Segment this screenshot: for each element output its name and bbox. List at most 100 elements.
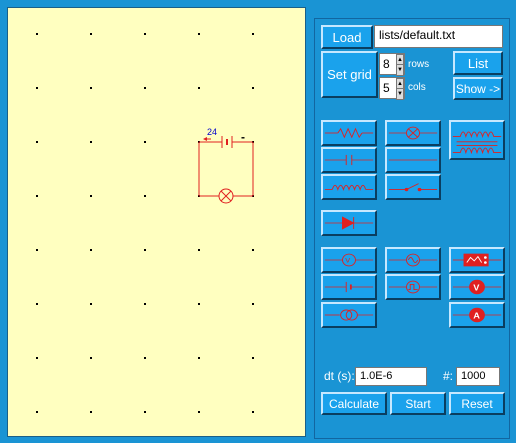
grid-node[interactable] — [144, 195, 146, 197]
battery-icon[interactable] — [221, 136, 233, 148]
grid-node[interactable] — [36, 303, 38, 305]
grid-node[interactable] — [198, 249, 200, 251]
grid-node[interactable] — [36, 195, 38, 197]
grid-node[interactable] — [90, 411, 92, 413]
rows-down-icon[interactable]: ▼ — [396, 64, 404, 76]
grid-node[interactable] — [90, 249, 92, 251]
start-button[interactable]: Start — [390, 392, 446, 415]
grid-node[interactable] — [90, 195, 92, 197]
resistor-icon — [324, 127, 374, 139]
grid-node[interactable] — [90, 33, 92, 35]
grid-node[interactable] — [144, 87, 146, 89]
sample-circuit[interactable] — [198, 141, 254, 197]
wire-icon — [388, 159, 438, 161]
grid-node[interactable] — [198, 357, 200, 359]
ac-source-icon: V — [324, 253, 374, 267]
switch-tool[interactable] — [385, 174, 441, 200]
count-input[interactable]: 1000 — [456, 367, 500, 386]
grid-node[interactable] — [144, 249, 146, 251]
inductor-tool[interactable] — [321, 174, 377, 200]
grid-node[interactable] — [90, 303, 92, 305]
ammeter-icon: A — [452, 307, 502, 323]
grid-node[interactable] — [252, 33, 254, 35]
grid-node[interactable] — [36, 33, 38, 35]
dc-battery-icon — [324, 281, 374, 293]
capacitor-icon — [324, 154, 374, 166]
diode-icon — [324, 216, 374, 230]
lamp-icon — [388, 126, 438, 140]
set-grid-button[interactable]: Set grid — [321, 51, 378, 98]
sine-source-icon — [388, 253, 438, 267]
list-button[interactable]: List — [453, 51, 503, 75]
minus-label: - — [241, 130, 245, 144]
ac-source-tool[interactable]: V — [321, 247, 377, 273]
grid-node[interactable] — [144, 33, 146, 35]
transformer-tool[interactable] — [449, 120, 505, 160]
grid-node[interactable] — [252, 303, 254, 305]
grid-node[interactable] — [90, 357, 92, 359]
grid-node[interactable] — [144, 141, 146, 143]
voltage-label: 24 — [207, 127, 217, 137]
svg-text:V: V — [473, 283, 479, 293]
sine-source-tool[interactable] — [385, 247, 441, 273]
pulse-source-tool[interactable] — [385, 274, 441, 300]
cols-spinner[interactable]: 5 ▲ ▼ — [379, 77, 405, 100]
ammeter-tool[interactable]: A — [449, 302, 505, 328]
lamp-icon[interactable] — [218, 188, 234, 204]
cols-value: 5 — [383, 81, 390, 95]
grid-node[interactable] — [198, 87, 200, 89]
oscilloscope-tool[interactable] — [449, 247, 505, 273]
load-button[interactable]: Load — [321, 25, 373, 49]
cols-label: cols — [408, 82, 426, 93]
transformer-icon — [452, 131, 502, 155]
grid-node[interactable] — [198, 33, 200, 35]
grid-node[interactable] — [36, 249, 38, 251]
pulse-source-icon — [388, 280, 438, 294]
current-source-tool[interactable] — [321, 302, 377, 328]
grid-node[interactable] — [36, 357, 38, 359]
grid-node[interactable] — [198, 411, 200, 413]
circuit-grid[interactable]: 24 - — [8, 8, 307, 438]
grid-node[interactable] — [90, 141, 92, 143]
oscilloscope-icon — [452, 253, 502, 267]
inductor-icon — [324, 184, 374, 192]
arrowhead-icon — [203, 137, 207, 141]
switch-icon — [388, 183, 438, 192]
svg-text:A: A — [473, 311, 480, 321]
current-source-icon — [324, 309, 374, 321]
grid-node[interactable] — [252, 411, 254, 413]
circuit-canvas[interactable]: 24 - — [7, 7, 306, 437]
grid-node[interactable] — [36, 411, 38, 413]
calculate-button[interactable]: Calculate — [321, 392, 387, 415]
diode-tool[interactable] — [321, 210, 377, 236]
grid-node[interactable] — [144, 411, 146, 413]
grid-node[interactable] — [36, 141, 38, 143]
grid-node[interactable] — [252, 87, 254, 89]
dt-label: dt (s): — [324, 369, 355, 383]
control-panel: Load lists/default.txt Set grid 8 ▲ ▼ ro… — [314, 18, 510, 439]
grid-node[interactable] — [36, 87, 38, 89]
dt-input[interactable]: 1.0E-6 — [355, 367, 427, 386]
voltmeter-tool[interactable]: V — [449, 274, 505, 300]
svg-text:V: V — [345, 257, 350, 265]
file-path-input[interactable]: lists/default.txt — [374, 25, 503, 48]
grid-node[interactable] — [144, 303, 146, 305]
capacitor-tool[interactable] — [321, 147, 377, 173]
wire-tool[interactable] — [385, 147, 441, 173]
resistor-tool[interactable] — [321, 120, 377, 146]
show-button[interactable]: Show -> — [453, 77, 503, 100]
rows-value: 8 — [383, 57, 390, 71]
grid-node[interactable] — [252, 357, 254, 359]
count-label: #: — [443, 369, 454, 383]
grid-node[interactable] — [90, 87, 92, 89]
dc-battery-tool[interactable] — [321, 274, 377, 300]
reset-button[interactable]: Reset — [449, 392, 505, 415]
lamp-tool[interactable] — [385, 120, 441, 146]
grid-node[interactable] — [252, 249, 254, 251]
grid-node[interactable] — [144, 357, 146, 359]
cols-down-icon[interactable]: ▼ — [396, 88, 404, 100]
rows-spinner[interactable]: 8 ▲ ▼ — [379, 53, 405, 76]
rows-label: rows — [408, 59, 430, 70]
grid-node[interactable] — [198, 303, 200, 305]
voltmeter-icon: V — [452, 279, 502, 295]
